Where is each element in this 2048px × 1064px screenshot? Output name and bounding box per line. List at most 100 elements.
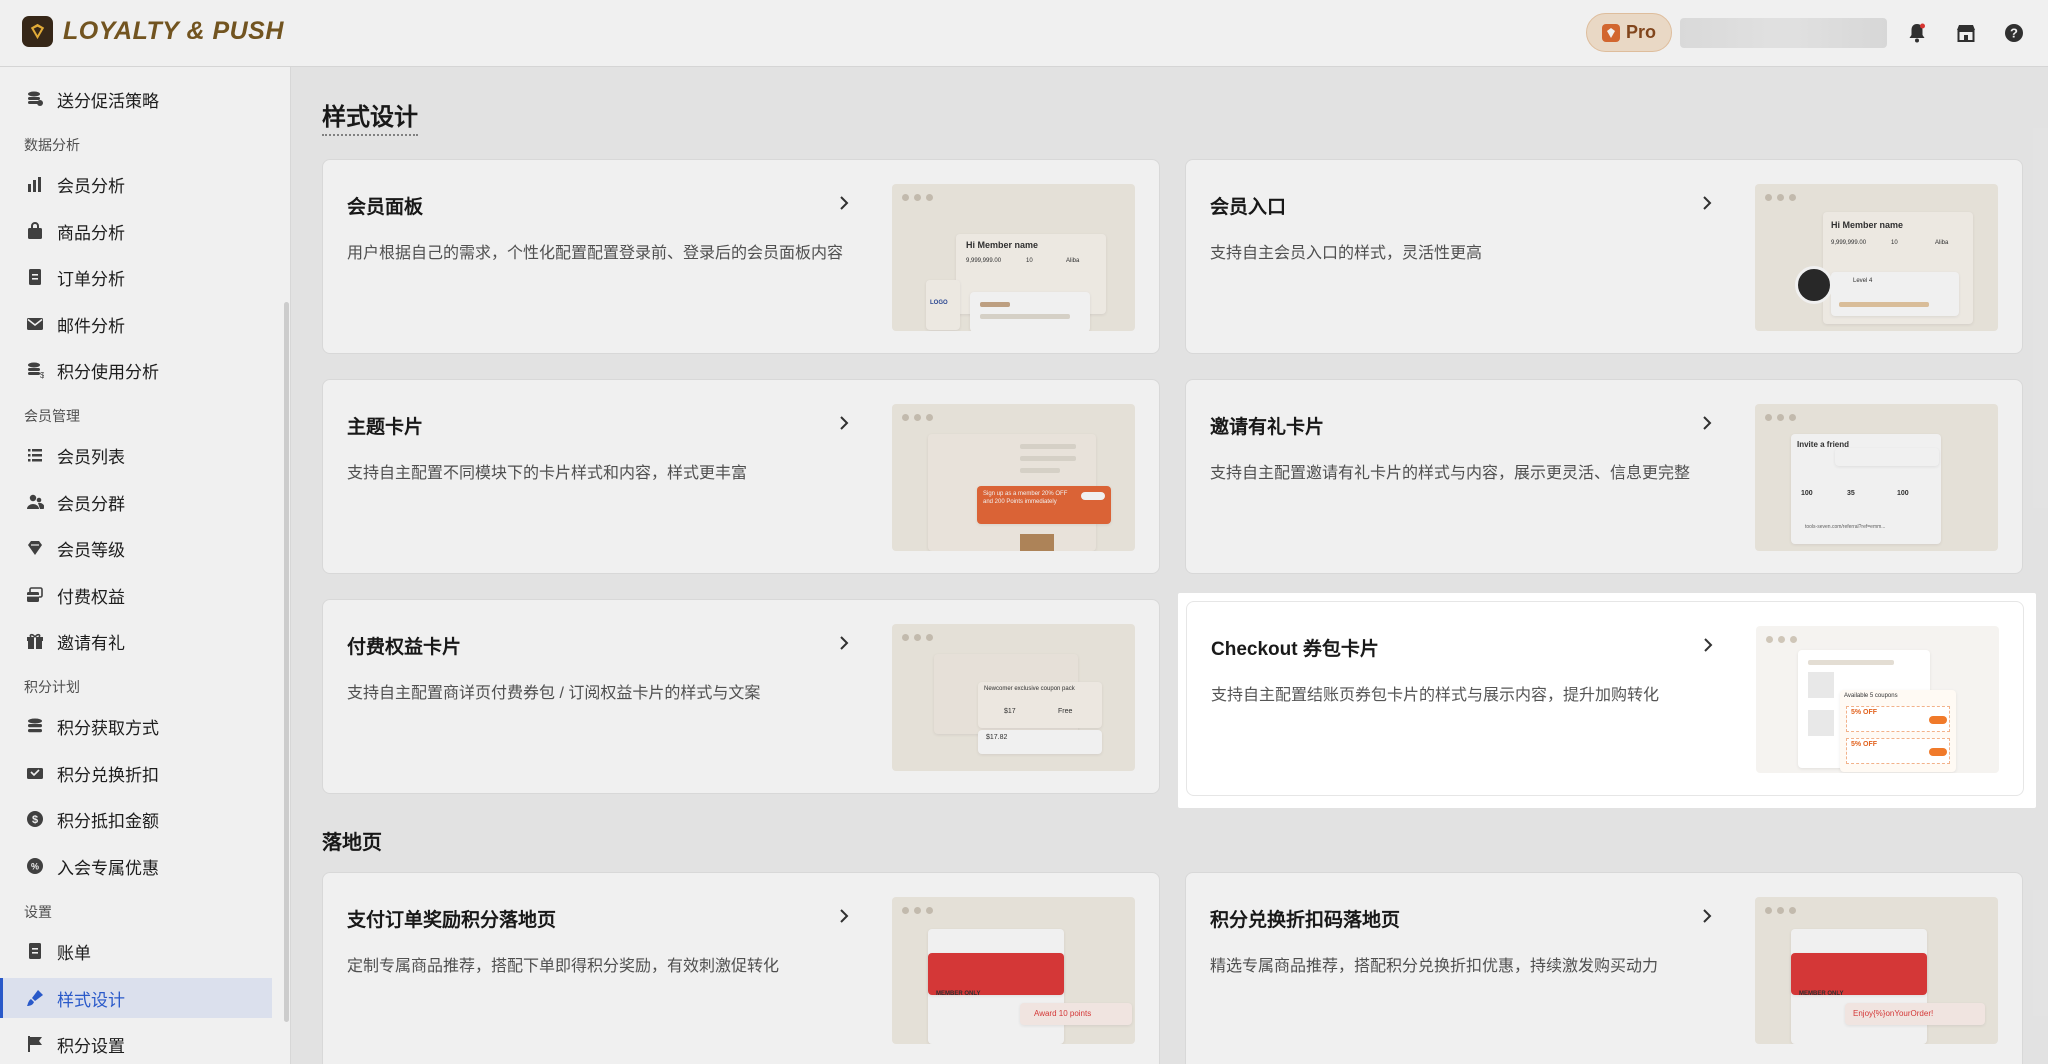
sidebar-item-label: 积分兑换折扣: [57, 765, 159, 785]
preview-thumbnail: Invite a friend 100 35 100 tools-seven.c…: [1755, 404, 1998, 551]
sidebar-item-label: 会员列表: [57, 447, 125, 467]
sidebar-item-label: 商品分析: [57, 223, 125, 243]
coins-icon: $: [25, 360, 45, 380]
sidebar-item-label: 会员分析: [57, 176, 125, 196]
store-selector[interactable]: [1680, 18, 1887, 48]
thumb-text: 35: [1847, 490, 1855, 497]
thumb-text: Hi Member name: [1831, 220, 1904, 230]
card-order-reward-landing[interactable]: 支付订单奖励积分落地页 定制专属商品推荐，搭配下单即得积分奖励，有效刺激促转化 …: [322, 872, 1160, 1064]
thumb-text: 5% OFF: [1851, 741, 1878, 748]
card-referral-card[interactable]: 邀请有礼卡片 支持自主配置邀请有礼卡片的样式与内容，展示更灵活、信息更完整 In…: [1185, 379, 2023, 574]
card-theme-card[interactable]: 主题卡片 支持自主配置不同模块下的卡片样式和内容，样式更丰富 Sign up a…: [322, 379, 1160, 574]
card-icon: [25, 585, 45, 605]
bell-icon[interactable]: [1904, 20, 1930, 46]
list-icon: [25, 445, 45, 465]
card-points-redeem-landing[interactable]: 积分兑换折扣码落地页 精选专属商品推荐，搭配积分兑换折扣优惠，持续激发购买动力 …: [1185, 872, 2023, 1064]
sidebar-item-paid-benefits[interactable]: 付费权益: [0, 575, 272, 615]
sidebar-item-member-list[interactable]: 会员列表: [0, 435, 272, 475]
coins-icon: [25, 89, 45, 109]
card-description: 支持自主配置不同模块下的卡片样式和内容，样式更丰富: [347, 465, 748, 482]
main-content: 样式设计 会员面板 用户根据自己的需求，个性化配置配置登录前、登录后的会员面板内…: [292, 67, 2048, 1064]
chevron-right-icon: [840, 909, 849, 923]
sidebar-item-product-analysis[interactable]: 商品分析: [0, 211, 272, 251]
svg-text:%: %: [31, 862, 39, 872]
sidebar-item-order-analysis[interactable]: 订单分析: [0, 257, 272, 297]
card-description: 支持自主配置邀请有礼卡片的样式与内容，展示更灵活、信息更完整: [1210, 465, 1691, 482]
sidebar-item-points-redeem-discount[interactable]: 积分兑换折扣: [0, 753, 272, 793]
svg-text:$: $: [40, 371, 44, 379]
sidebar-item-label: 邮件分析: [57, 316, 125, 336]
card-description: 定制专属商品推荐，搭配下单即得积分奖励，有效刺激促转化: [347, 958, 780, 975]
thumb-text: 100: [1897, 490, 1909, 497]
brush-icon: [25, 988, 45, 1008]
sidebar-item-member-analysis[interactable]: 会员分析: [0, 164, 272, 204]
pro-label: Pro: [1625, 22, 1656, 42]
sidebar-item-label: 积分设置: [57, 1036, 125, 1056]
preview-thumbnail: Available 5 coupons 5% OFF 5% OFF: [1756, 626, 1999, 773]
card-title: 主题卡片: [347, 417, 424, 438]
sidebar-item-label: 积分获取方式: [57, 718, 159, 738]
sidebar-item-style-design[interactable]: 样式设计: [0, 978, 272, 1018]
chevron-right-icon: [840, 416, 849, 430]
card-title: 支付订单奖励积分落地页: [347, 910, 557, 931]
thumb-text: $17: [1004, 708, 1016, 715]
store-icon[interactable]: [1953, 20, 1979, 46]
chevron-right-icon: [1703, 196, 1712, 210]
thumb-text: Hi Member name: [966, 240, 1039, 250]
sidebar-item-points-usage-analysis[interactable]: $ 积分使用分析: [0, 350, 272, 390]
section-title: 落地页: [322, 832, 382, 854]
sidebar-scrollbar[interactable]: [284, 302, 289, 1022]
sidebar-item-label: 订单分析: [57, 269, 125, 289]
preview-thumbnail: Hi Member name 9,999,999.00 10 Aliba Lev…: [1755, 184, 1998, 331]
thumb-text: Aliba: [1935, 240, 1949, 246]
sidebar-item-member-tiers[interactable]: 会员等级: [0, 528, 272, 568]
chevron-right-icon: [1703, 416, 1712, 430]
card-member-panel[interactable]: 会员面板 用户根据自己的需求，个性化配置配置登录前、登录后的会员面板内容 Hi …: [322, 159, 1160, 354]
thumb-text: Enjoy{%}onYourOrder!: [1853, 1009, 1934, 1018]
mail-icon: [25, 314, 45, 334]
sidebar-item-label: 入会专属优惠: [57, 858, 159, 878]
thumb-text: MEMBER ONLY: [1799, 991, 1844, 997]
card-member-entry[interactable]: 会员入口 支持自主会员入口的样式，灵活性更高 Hi Member name 9,…: [1185, 159, 2023, 354]
spotlight-highlight: Checkout 券包卡片 支持自主配置结账页券包卡片的样式与展示内容，提升加购…: [1178, 593, 2036, 808]
card-description: 支持自主配置商详页付费券包 / 订阅权益卡片的样式与文案: [347, 685, 761, 702]
pro-badge[interactable]: Pro: [1586, 13, 1672, 52]
dollar-icon: $: [25, 809, 45, 829]
thumb-text: Available 5 coupons: [1844, 693, 1898, 699]
card-checkout-coupon[interactable]: Checkout 券包卡片 支持自主配置结账页券包卡片的样式与展示内容，提升加购…: [1186, 601, 2024, 796]
sidebar-item-billing[interactable]: 账单: [0, 931, 272, 971]
sidebar-item-label: 积分使用分析: [57, 362, 159, 382]
sidebar-item-points-activation[interactable]: 送分促活策略: [0, 79, 272, 119]
card-title: 会员面板: [347, 197, 424, 218]
percent-badge-icon: %: [25, 856, 45, 876]
sidebar-item-points-deduction[interactable]: $ 积分抵扣金额: [0, 799, 272, 839]
document-icon: [25, 267, 45, 287]
chevron-right-icon: [840, 196, 849, 210]
sidebar-group-label: 积分计划: [24, 679, 80, 695]
bag-icon: [25, 221, 45, 241]
card-paid-benefit-card[interactable]: 付费权益卡片 支持自主配置商详页付费券包 / 订阅权益卡片的样式与文案 Newc…: [322, 599, 1160, 794]
chevron-right-icon: [1703, 909, 1712, 923]
card-description: 支持自主配置结账页券包卡片的样式与展示内容，提升加购转化: [1211, 687, 1660, 704]
card-description: 精选专属商品推荐，搭配积分兑换折扣优惠，持续激发购买动力: [1210, 958, 1659, 975]
sidebar-item-points-earning[interactable]: 积分获取方式: [0, 706, 272, 746]
sidebar-item-email-analysis[interactable]: 邮件分析: [0, 304, 272, 344]
svg-text:?: ?: [2010, 26, 2018, 41]
sidebar-item-points-settings[interactable]: 积分设置: [0, 1024, 272, 1064]
users-icon: [25, 492, 45, 512]
bar-chart-icon: [25, 174, 45, 194]
gift-icon: [25, 631, 45, 651]
sidebar-item-referral[interactable]: 邀请有礼: [0, 621, 272, 661]
card-title: 付费权益卡片: [347, 637, 462, 658]
sidebar-item-label: 付费权益: [57, 587, 125, 607]
sidebar-item-label: 账单: [57, 943, 91, 963]
help-icon[interactable]: ?: [2001, 20, 2027, 46]
sidebar-item-join-offer[interactable]: % 入会专属优惠: [0, 846, 272, 886]
thumb-text: 10: [1891, 240, 1898, 246]
brand[interactable]: LOYALTY & PUSH: [22, 16, 284, 47]
card-title: 邀请有礼卡片: [1210, 417, 1325, 438]
chevron-right-icon: [1704, 638, 1713, 652]
thumb-text: MEMBER ONLY: [936, 991, 981, 997]
sidebar-item-member-segments[interactable]: 会员分群: [0, 482, 272, 522]
thumb-text: tools-seven.com/referral?ref=emm...: [1805, 524, 1886, 530]
